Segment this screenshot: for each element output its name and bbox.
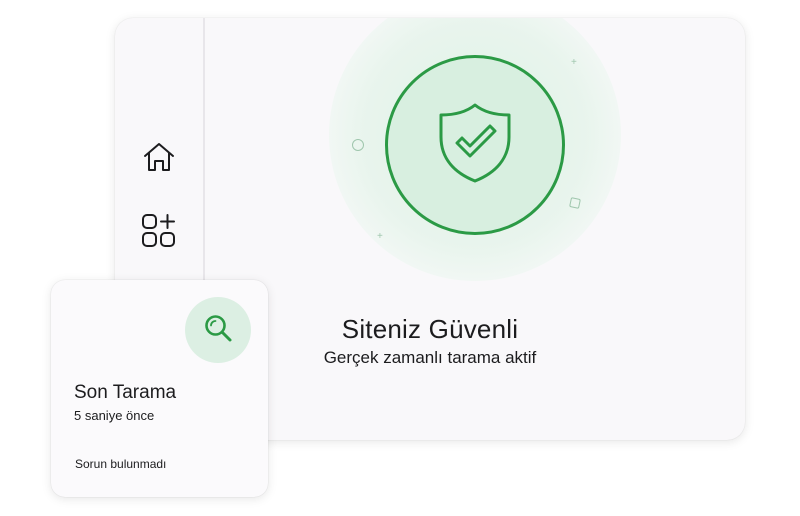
sparkle-icon: +	[377, 231, 383, 242]
scan-card-result: Sorun bulunmadı	[75, 457, 167, 471]
decor-square	[569, 197, 581, 209]
status-ring	[385, 55, 565, 235]
scan-card-title: Son Tarama	[74, 382, 177, 403]
shield-check-icon	[435, 101, 515, 190]
scan-card-time: 5 saniye önce	[74, 408, 155, 423]
sparkle-icon: +	[571, 57, 577, 68]
apps-add-icon	[141, 213, 177, 254]
home-icon	[142, 141, 176, 178]
stage: + + Siteniz Güvenli Gerçek zamanlı taram…	[0, 0, 800, 516]
sidebar-item-apps[interactable]	[140, 213, 178, 254]
sidebar-item-home[interactable]	[140, 140, 178, 178]
scan-button[interactable]	[185, 297, 251, 363]
last-scan-card: Son Tarama 5 saniye önce Sorun bulunmadı	[51, 280, 268, 497]
search-icon	[203, 313, 233, 348]
decor-circle	[352, 139, 364, 151]
